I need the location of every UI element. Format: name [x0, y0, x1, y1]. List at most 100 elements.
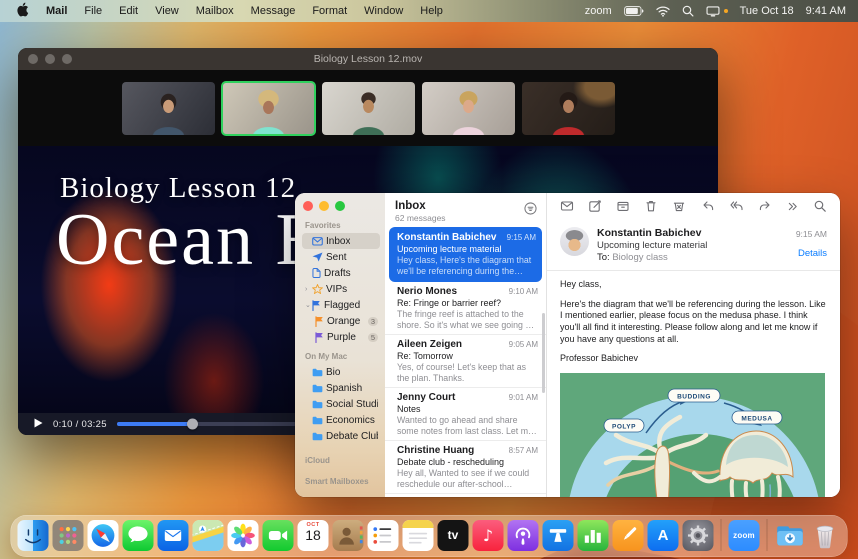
reply-icon[interactable]: [701, 199, 715, 213]
dock-icon-calendar[interactable]: OCT 18: [298, 520, 329, 551]
dock-icon-launchpad[interactable]: [53, 520, 84, 551]
sidebar-item-flag-orange[interactable]: Orange 3: [302, 313, 380, 329]
play-icon[interactable]: [34, 415, 43, 433]
search-icon[interactable]: [813, 199, 827, 213]
participant-video-2-active-speaker[interactable]: [222, 82, 315, 135]
sidebar-item-flag-purple[interactable]: Purple 5: [302, 329, 380, 345]
dock-icon-reminders[interactable]: [368, 520, 399, 551]
dock-icon-facetime[interactable]: [263, 520, 294, 551]
dock-icon-music[interactable]: ♪: [473, 520, 504, 551]
chevron-right-icon[interactable]: ›: [305, 286, 312, 293]
message-detail-pane: Konstantin Babichev Upcoming lecture mat…: [547, 193, 840, 497]
dock-icon-finder[interactable]: [18, 520, 49, 551]
wifi-icon[interactable]: [656, 6, 670, 17]
dock-icon-safari[interactable]: [88, 520, 119, 551]
dock-icon-system-settings[interactable]: [683, 520, 714, 551]
delete-icon[interactable]: [644, 199, 658, 213]
sidebar-section-smart-mailboxes[interactable]: Smart Mailboxes: [305, 477, 380, 486]
apple-menu-icon[interactable]: [16, 2, 29, 20]
battery-icon[interactable]: [624, 6, 644, 16]
dock-icon-maps[interactable]: [193, 520, 224, 551]
search-icon[interactable]: [682, 5, 694, 17]
sidebar-folder-social-studies[interactable]: Social Studies: [302, 396, 380, 412]
dock-icon-downloads-folder[interactable]: [775, 520, 806, 551]
menu-item-file[interactable]: File: [84, 5, 102, 17]
dock-icon-photos[interactable]: [228, 520, 259, 551]
sidebar-item-flagged[interactable]: ⌄ Flagged: [302, 297, 380, 313]
compose-icon[interactable]: [588, 199, 602, 213]
archive-icon[interactable]: [616, 199, 630, 213]
menu-item-app[interactable]: Mail: [46, 5, 67, 17]
menu-item-message[interactable]: Message: [251, 5, 296, 17]
message-row[interactable]: Aileen Zeigen9:05 AM Re: Tomorrow Yes, o…: [385, 335, 546, 388]
participant-video-5[interactable]: [522, 82, 615, 135]
progress-knob[interactable]: [187, 419, 198, 430]
message-row-selected[interactable]: Konstantin Babichev9:15 AM Upcoming lect…: [389, 227, 542, 282]
menu-item-window[interactable]: Window: [364, 5, 403, 17]
message-body: Hey class, Here's the diagram that we'll…: [547, 271, 840, 497]
mail-window: Favorites Inbox Sent Drafts › VIPs: [295, 193, 840, 497]
filter-icon[interactable]: [524, 202, 537, 220]
message-row[interactable]: Christine Huang8:57 AM Debate club - res…: [385, 441, 546, 494]
menu-item-help[interactable]: Help: [420, 5, 443, 17]
scrollbar-thumb[interactable]: [542, 313, 545, 393]
vip-star-icon: [312, 284, 323, 294]
body-paragraph: Here's the diagram that we'll be referen…: [560, 299, 827, 346]
sidebar-item-vips[interactable]: › VIPs: [302, 281, 380, 297]
diagram-label-medusa: MEDUSA: [741, 416, 772, 423]
message-row[interactable]: Darla Davidson8:55 AM Tomorrow's class A…: [385, 494, 546, 497]
video-window-titlebar[interactable]: Biology Lesson 12.mov: [18, 48, 718, 70]
dock-icon-podcasts[interactable]: [508, 520, 539, 551]
dock-icon-messages[interactable]: [123, 520, 154, 551]
sidebar-item-drafts[interactable]: Drafts: [302, 265, 380, 281]
dock-icon-contacts[interactable]: [333, 520, 364, 551]
lifecycle-diagram-image[interactable]: POLYP BUDDING MEDUSA: [560, 373, 827, 497]
participant-video-1[interactable]: [122, 82, 215, 135]
dock-icon-mail[interactable]: [158, 520, 189, 551]
dock-icon-trash[interactable]: [810, 520, 841, 551]
more-toolbar-icon[interactable]: [786, 200, 799, 213]
message-row[interactable]: Nerio Mones9:10 AM Re: Fringe or barrier…: [385, 282, 546, 335]
sidebar-section-icloud[interactable]: iCloud: [305, 456, 380, 465]
sidebar-folder-economics[interactable]: Economics: [302, 412, 380, 428]
message-row[interactable]: Jenny Court9:01 AM Notes Wanted to go ah…: [385, 388, 546, 441]
recipient-line: To: Biology class: [597, 252, 796, 263]
folder-icon: [312, 416, 323, 425]
chevron-down-icon[interactable]: ⌄: [305, 301, 312, 309]
menu-item-format[interactable]: Format: [312, 5, 347, 17]
dock-icon-pages[interactable]: [613, 520, 644, 551]
sidebar-item-sent[interactable]: Sent: [302, 249, 380, 265]
menu-item-edit[interactable]: Edit: [119, 5, 138, 17]
message-time: 9:15 AM: [796, 229, 827, 239]
mail-toolbar: [547, 193, 840, 219]
sidebar-item-inbox[interactable]: Inbox: [302, 233, 380, 249]
get-mail-icon[interactable]: [560, 199, 574, 213]
diagram-label-polyp: POLYP: [612, 424, 636, 431]
dock-icon-notes[interactable]: [403, 520, 434, 551]
participant-video-3[interactable]: [322, 82, 415, 135]
sender-avatar[interactable]: [560, 227, 589, 256]
dock-icon-numbers[interactable]: [578, 520, 609, 551]
body-paragraph: Hey class,: [560, 279, 827, 291]
screen-sharing-icon[interactable]: [706, 6, 720, 17]
sidebar-folder-bio[interactable]: Bio: [302, 364, 380, 380]
participant-video-4[interactable]: [422, 82, 515, 135]
sidebar-section-on-my-mac: On My Mac: [305, 352, 380, 361]
details-link[interactable]: Details: [796, 248, 827, 259]
dock-icon-keynote[interactable]: [543, 520, 574, 551]
menu-item-view[interactable]: View: [155, 5, 179, 17]
window-traffic-lights[interactable]: [303, 201, 380, 211]
menubar-time[interactable]: 9:41 AM: [806, 5, 846, 17]
forward-icon[interactable]: [758, 199, 772, 213]
dock-icon-zoom[interactable]: zoom: [729, 520, 760, 551]
dock-icon-apple-tv[interactable]: tv: [438, 520, 469, 551]
menu-item-mailbox[interactable]: Mailbox: [196, 5, 234, 17]
folder-icon: [312, 432, 323, 441]
reply-all-icon[interactable]: [729, 199, 744, 213]
menubar-date[interactable]: Tue Oct 18: [740, 5, 794, 17]
dock-icon-app-store[interactable]: A: [648, 520, 679, 551]
sidebar-folder-spanish[interactable]: Spanish: [302, 380, 380, 396]
zoom-status-label[interactable]: zoom: [585, 5, 612, 17]
sidebar-folder-debate-club[interactable]: Debate Club: [302, 428, 380, 444]
junk-icon[interactable]: [672, 199, 686, 213]
